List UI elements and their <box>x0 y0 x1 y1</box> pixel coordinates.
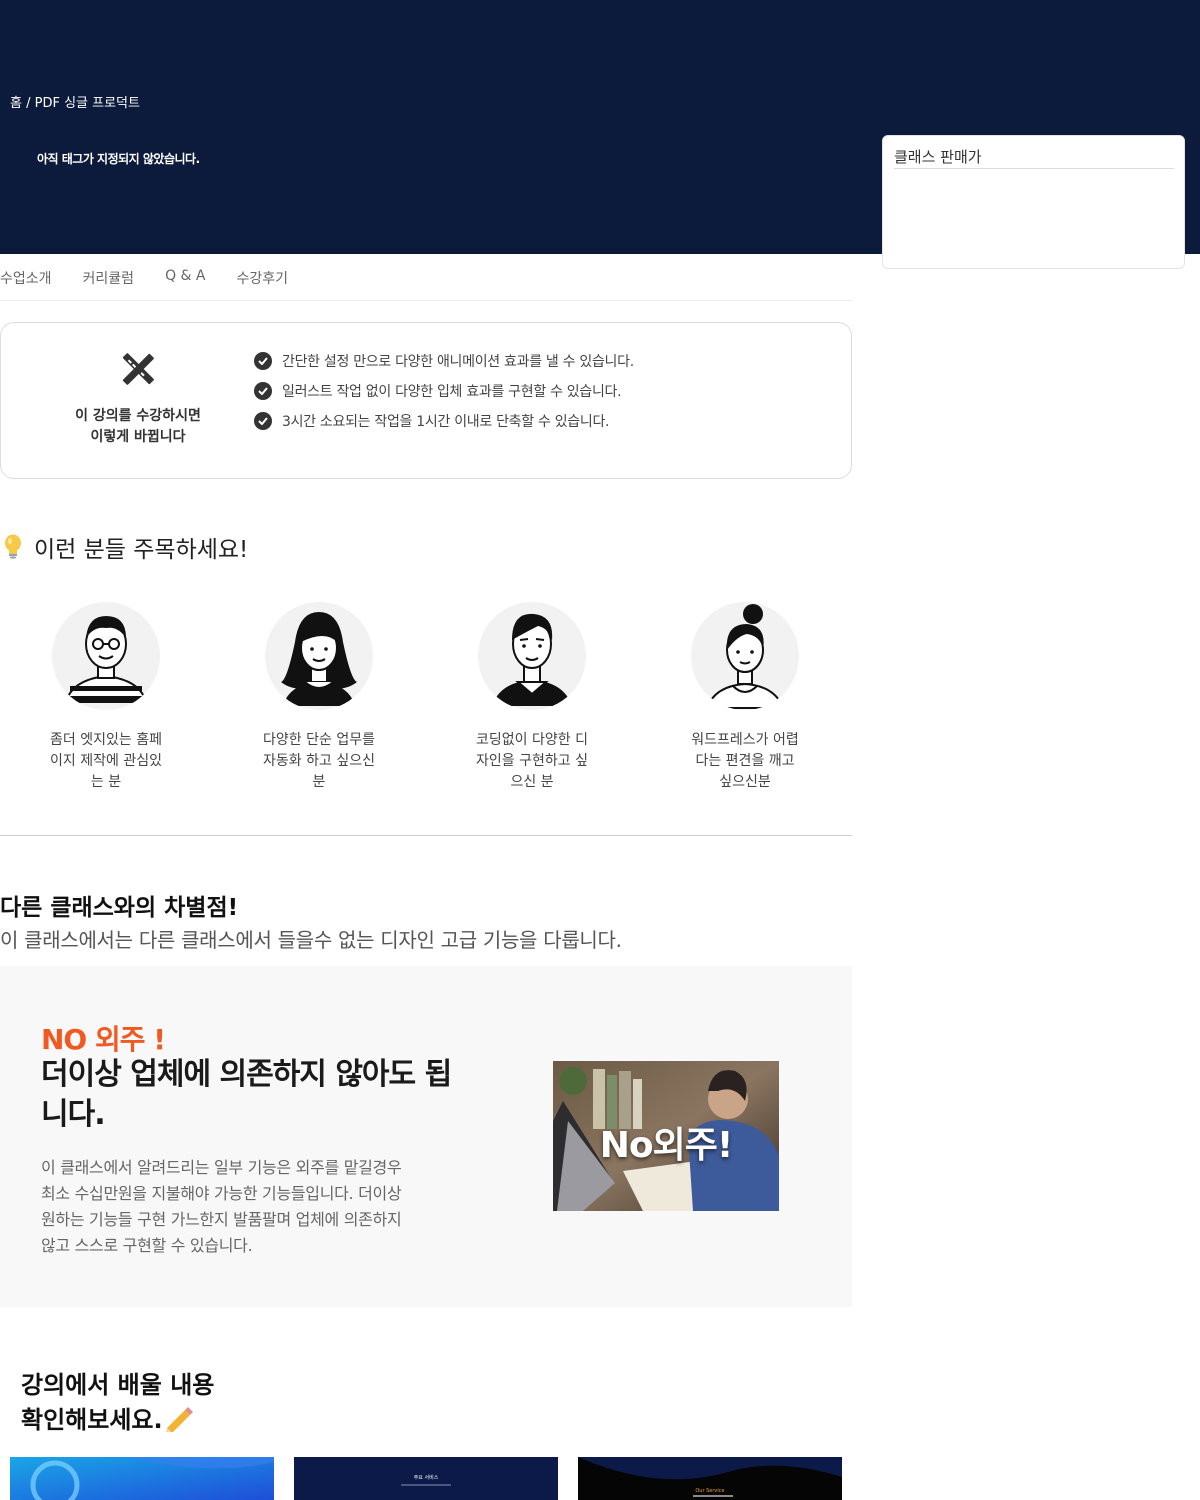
avatar <box>478 602 586 710</box>
persona-text: 다양한 단순 업무를 자동화 하고 싶으신 분 <box>249 730 389 793</box>
body-line: 원하는 기능들 구현 가느한지 발품팔며 업체에 의존하지 <box>41 1210 402 1229</box>
lesson-thumbnail-label: 주요 서비스 <box>413 1475 439 1481</box>
lesson-thumbnail[interactable]: Our Service <box>578 1457 842 1500</box>
benefits-caption: 이 강의를 수강하시면 이렇게 바뀝니다 <box>41 406 235 448</box>
persona-text-line: 자동화 하고 싶으신 <box>263 753 375 769</box>
headline-line: 니다. <box>41 1097 106 1132</box>
persona-text-line: 다는 편견을 깨고 <box>695 753 795 769</box>
persona-card: 다양한 단순 업무를 자동화 하고 싶으신 분 <box>249 602 389 793</box>
benefits-caption-line1: 이 강의를 수강하시면 <box>75 408 201 424</box>
no-outsourcing-body: 이 클래스에서 알려드리는 일부 기능은 외주를 맡길경우 최소 수십만원을 지… <box>41 1155 481 1259</box>
audience-heading: 이런 분들 주목하세요! <box>4 530 248 564</box>
difference-subtitle: 이 클래스에서는 다른 클래스에서 들을수 없는 디자인 고급 기능을 다룹니다… <box>0 928 622 952</box>
persona-text: 코딩없이 다양한 디 자인을 구현하고 싶 으신 분 <box>462 730 602 793</box>
benefits-box: 이 강의를 수강하시면 이렇게 바뀝니다 간단한 설정 만으로 다양한 애니메이… <box>0 322 852 479</box>
persona-text-line: 으신 분 <box>510 774 554 790</box>
persona-text-line: 코딩없이 다양한 디 <box>476 732 588 748</box>
tab-qna[interactable]: Q & A <box>165 254 205 300</box>
lesson-thumbnail[interactable] <box>10 1457 274 1500</box>
difference-title: 다른 클래스와의 차별점! <box>0 895 239 921</box>
seller-card-title: 클래스 판매가 <box>894 146 1174 169</box>
persona-text-line: 좀더 엣지있는 홈페 <box>50 732 162 748</box>
persona-text-line: 분 <box>312 774 326 790</box>
tab-curriculum[interactable]: 커리큘럼 <box>83 254 135 300</box>
headline-line: 더이상 업체에 의존하지 않아도 됩 <box>41 1057 452 1092</box>
pencil-ruler-icon <box>122 353 154 385</box>
persona-text-line: 다양한 단순 업무를 <box>263 732 375 748</box>
body-line: 최소 수십만원을 지불해야 가능한 기능들입니다. 더이상 <box>41 1184 402 1203</box>
benefit-text: 간단한 설정 만으로 다양한 애니메이션 효과를 낼 수 있습니다. <box>282 354 634 370</box>
lesson-thumbnail-label: Our Service <box>695 1488 725 1494</box>
avatar <box>265 602 373 710</box>
breadcrumb-home-link[interactable]: 홈 <box>10 96 22 111</box>
no-outsourcing-image-text: No외주! <box>599 1125 734 1166</box>
body-line: 이 클래스에서 알려드리는 일부 기능은 외주를 맡길경우 <box>41 1158 402 1177</box>
persona-text-line: 자인을 구현하고 싶 <box>476 753 588 769</box>
tab-intro[interactable]: 수업소개 <box>0 254 52 300</box>
check-circle-icon <box>254 412 272 430</box>
benefit-text: 3시간 소요되는 작업을 1시간 이내로 단축할 수 있습니다. <box>282 414 610 430</box>
persona-text-line: 는 분 <box>90 774 122 790</box>
seller-card: 클래스 판매가 <box>882 135 1185 269</box>
breadcrumb: 홈 / PDF 싱글 프로덕트 <box>10 92 140 111</box>
persona-text: 좀더 엣지있는 홈페 이지 제작에 관심있 는 분 <box>36 730 176 793</box>
body-line: 않고 스스로 구현할 수 있습니다. <box>41 1236 253 1255</box>
no-outsourcing-accent: NO 외주 ! <box>41 1023 166 1056</box>
benefit-text: 일러스트 작업 없이 다양한 입체 효과를 구현할 수 있습니다. <box>282 384 622 400</box>
avatar <box>52 602 160 710</box>
class-tabs: 수업소개 커리큘럼 Q & A 수강후기 <box>0 254 852 301</box>
persona-card: 워드프레스가 어렵 다는 편견을 깨고 싶으신분 <box>675 602 815 793</box>
check-circle-icon <box>254 352 272 370</box>
persona-text: 워드프레스가 어렵 다는 편견을 깨고 싶으신분 <box>675 730 815 793</box>
tab-reviews[interactable]: 수강후기 <box>236 254 288 300</box>
benefit-item: 간단한 설정 만으로 다양한 애니메이션 효과를 낼 수 있습니다. <box>254 346 634 376</box>
benefits-list: 간단한 설정 만으로 다양한 애니메이션 효과를 낼 수 있습니다. 일러스트 … <box>254 346 634 436</box>
lesson-thumbnail[interactable]: 주요 서비스 <box>294 1457 558 1500</box>
lightbulb-icon <box>5 534 21 559</box>
persona-card: 좀더 엣지있는 홈페 이지 제작에 관심있 는 분 <box>36 602 176 793</box>
tag-note: 아직 태그가 지정되지 않았습니다. <box>37 152 200 166</box>
benefits-caption-line2: 이렇게 바뀝니다 <box>90 429 186 445</box>
learn-title: 강의에서 배울 내용 확인해보세요. <box>21 1368 214 1438</box>
learn-title-line2: 확인해보세요. <box>21 1403 214 1438</box>
pencil-icon <box>164 1407 193 1434</box>
benefit-item: 3시간 소요되는 작업을 1시간 이내로 단축할 수 있습니다. <box>254 406 634 436</box>
avatar <box>691 602 799 710</box>
section-divider <box>0 835 852 836</box>
no-outsourcing-image: No외주! <box>553 1061 779 1211</box>
breadcrumb-current: PDF 싱글 프로덕트 <box>34 96 140 111</box>
persona-text-line: 싶으신분 <box>719 774 771 790</box>
lesson-thumbnail-caption-bar <box>401 1484 451 1486</box>
learn-title-line2-text: 확인해보세요. <box>21 1406 163 1434</box>
audience-heading-text: 이런 분들 주목하세요! <box>34 537 249 563</box>
persona-text-line: 이지 제작에 관심있 <box>50 753 162 769</box>
no-outsourcing-headline: 더이상 업체에 의존하지 않아도 됩 니다. <box>41 1055 491 1135</box>
breadcrumb-separator: / <box>21 96 35 111</box>
persona-text-line: 워드프레스가 어렵 <box>691 732 799 748</box>
learn-title-line1: 강의에서 배울 내용 <box>21 1371 215 1399</box>
benefit-item: 일러스트 작업 없이 다양한 입체 효과를 구현할 수 있습니다. <box>254 376 634 406</box>
check-circle-icon <box>254 382 272 400</box>
no-outsourcing-panel: NO 외주 ! 더이상 업체에 의존하지 않아도 됩 니다. 이 클래스에서 알… <box>0 966 852 1307</box>
persona-card: 코딩없이 다양한 디 자인을 구현하고 싶 으신 분 <box>462 602 602 793</box>
